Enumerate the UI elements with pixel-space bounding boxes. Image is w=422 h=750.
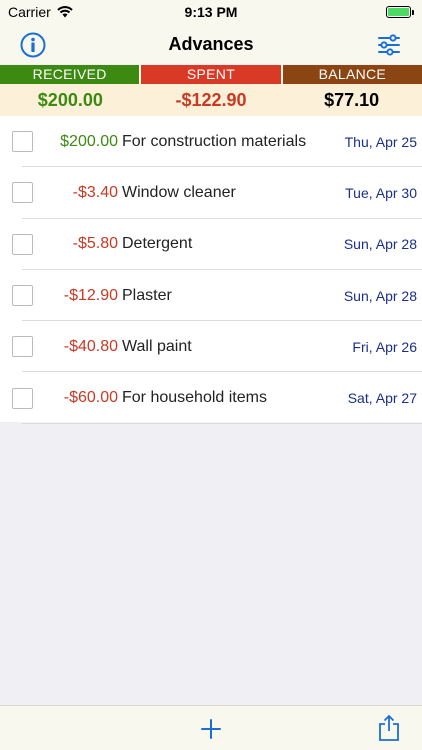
- row-checkbox[interactable]: [12, 233, 33, 255]
- balance-header: BALANCE: [282, 65, 422, 84]
- share-icon[interactable]: [378, 714, 400, 742]
- list-item[interactable]: -$40.80 Wall paint Fri, Apr 26: [0, 321, 422, 373]
- row-amount: -$3.40: [72, 183, 118, 201]
- spent-header: SPENT: [141, 65, 281, 84]
- row-description: Detergent: [122, 235, 193, 253]
- row-date: Sun, Apr 28: [343, 287, 417, 304]
- list-item[interactable]: -$60.00 For household items Sat, Apr 27: [0, 372, 422, 425]
- carrier-label: Carrier: [8, 4, 51, 20]
- row-date: Sat, Apr 27: [347, 390, 417, 407]
- status-bar: Carrier 9:13 PM: [0, 0, 422, 24]
- received-value: $200.00: [37, 90, 103, 110]
- battery-icon: [386, 6, 414, 18]
- status-left: Carrier: [8, 4, 73, 20]
- row-checkbox[interactable]: [12, 182, 33, 204]
- balance-value: $77.10: [324, 90, 380, 110]
- row-checkbox[interactable]: [12, 387, 33, 409]
- info-icon[interactable]: [20, 32, 46, 58]
- row-description: For household items: [122, 389, 267, 407]
- row-description: Plaster: [122, 286, 172, 304]
- received-header: RECEIVED: [0, 65, 140, 84]
- row-date: Fri, Apr 26: [352, 338, 417, 355]
- row-amount: -$60.00: [63, 389, 118, 407]
- transaction-list: $200.00 For construction materials Thu, …: [0, 116, 422, 425]
- row-date: Sun, Apr 28: [343, 236, 417, 253]
- summary-headers: RECEIVED SPENT BALANCE: [0, 65, 422, 84]
- row-amount: -$5.80: [72, 235, 118, 253]
- wifi-icon: [57, 6, 73, 18]
- row-date: Tue, Apr 30: [345, 184, 417, 201]
- list-item[interactable]: -$5.80 Detergent Sun, Apr 28: [0, 219, 422, 271]
- page-title: Advances: [168, 33, 254, 54]
- row-checkbox[interactable]: [12, 336, 33, 358]
- row-description: Window cleaner: [122, 183, 236, 201]
- nav-bar: Advances: [0, 24, 422, 64]
- filter-sliders-icon[interactable]: [376, 32, 402, 58]
- bottom-toolbar: [0, 705, 422, 750]
- spent-value: -$122.90: [175, 90, 247, 110]
- list-item[interactable]: -$12.90 Plaster Sun, Apr 28: [0, 270, 422, 322]
- plus-icon[interactable]: [199, 717, 223, 741]
- row-description: Wall paint: [122, 337, 192, 355]
- row-checkbox[interactable]: [12, 131, 33, 153]
- list-item[interactable]: $200.00 For construction materials Thu, …: [0, 116, 422, 168]
- list-item[interactable]: -$3.40 Window cleaner Tue, Apr 30: [0, 167, 422, 219]
- row-checkbox[interactable]: [12, 285, 33, 307]
- row-amount: $200.00: [60, 132, 118, 150]
- summary-values: $200.00 -$122.90 $77.10: [0, 84, 422, 116]
- row-description: For construction materials: [122, 132, 307, 150]
- row-amount: -$12.90: [63, 286, 118, 304]
- row-date: Thu, Apr 25: [344, 133, 417, 150]
- row-amount: -$40.80: [63, 337, 118, 355]
